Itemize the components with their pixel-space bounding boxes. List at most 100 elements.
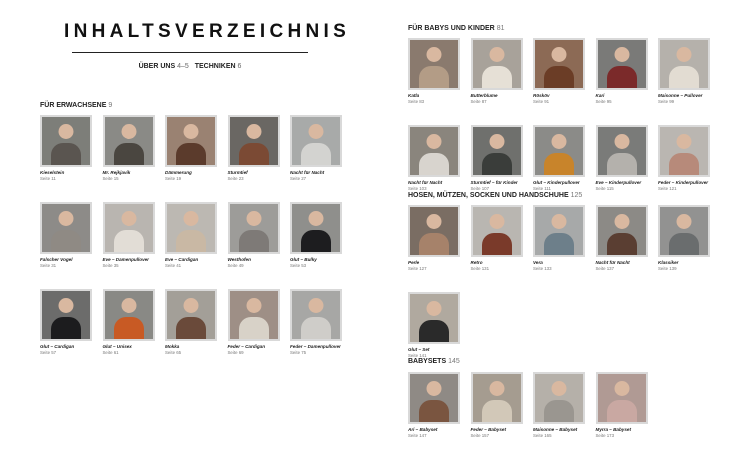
- pattern-photo: [408, 372, 460, 424]
- pattern-page: Seite 107: [470, 186, 490, 191]
- model-head-shape: [121, 123, 136, 139]
- pattern-page: Seite 23: [227, 176, 244, 181]
- toc-entry[interactable]: Butterblume Seite 87: [470, 38, 523, 104]
- pattern-name: Mokka: [165, 344, 180, 349]
- toc-entry[interactable]: Feder – Cardigan Seite 69: [227, 289, 280, 355]
- pattern-photo: [290, 202, 342, 254]
- pattern-name: Sturmtief: [227, 170, 248, 175]
- toc-entry[interactable]: Glut – Set Seite 141: [408, 292, 460, 358]
- pattern-name: Vera: [533, 260, 543, 265]
- pattern-photo: [533, 372, 585, 424]
- toc-entry[interactable]: Glut – Kinderpullover Seite 111: [533, 125, 585, 191]
- garment-shape: [419, 66, 449, 88]
- toc-entry[interactable]: Nacht für Nacht Seite 27: [290, 115, 342, 181]
- toc-entry[interactable]: Glut – Cardigan Seite 57: [40, 289, 92, 355]
- toc-entry[interactable]: Eve – Cardigan Seite 41: [165, 202, 217, 268]
- pattern-page: Seite 49: [227, 263, 244, 268]
- link-about-us[interactable]: ÜBER UNS 4–5: [139, 63, 189, 70]
- toc-entry[interactable]: Eve – Kinderpullover Seite 115: [595, 125, 648, 191]
- toc-entry[interactable]: Perle Seite 127: [408, 205, 460, 271]
- toc-entry[interactable]: Glut – Unisex Seite 61: [102, 289, 155, 355]
- model-head-shape: [308, 297, 324, 313]
- toc-entry[interactable]: Nacht für Nacht Seite 103: [408, 125, 460, 191]
- model-head-shape: [426, 213, 442, 229]
- toc-entry[interactable]: Kieselstein Seite 11: [40, 115, 92, 181]
- toc-entry[interactable]: Sturmtief – für Kinder Seite 107: [470, 125, 523, 191]
- toc-entry[interactable]: Mr. Rejkjavik Seite 15: [102, 115, 155, 181]
- toc-entry[interactable]: Rösköv Seite 91: [533, 38, 585, 104]
- pattern-name: Nacht für Nacht: [290, 170, 325, 175]
- section-heading-accessories: HOSEN, MÜTZEN, SOCKEN UND HANDSCHUHE 125: [408, 192, 583, 199]
- pattern-page: Seite 53: [290, 263, 307, 268]
- garment-shape: [419, 320, 449, 342]
- pattern-photo: [102, 115, 155, 167]
- toc-entry[interactable]: Dämmerung Seite 19: [165, 115, 217, 181]
- pattern-page: Seite 95: [595, 99, 612, 104]
- link-techniques[interactable]: TECHNIKEN 6: [195, 63, 242, 70]
- model-head-shape: [676, 46, 692, 62]
- pattern-photo: [658, 125, 710, 177]
- toc-entry[interactable]: Vera Seite 133: [533, 205, 585, 271]
- toc-entry[interactable]: Kari Seite 95: [595, 38, 648, 104]
- pattern-page: Seite 31: [40, 263, 57, 268]
- toc-entry[interactable]: Feder – Babyset Seite 157: [470, 372, 523, 438]
- toc-entry[interactable]: Glut – Bulky Seite 53: [290, 202, 342, 268]
- toc-entry[interactable]: Klassiker Seite 139: [658, 205, 710, 271]
- model-head-shape: [489, 133, 504, 149]
- pattern-page: Seite 41: [165, 263, 182, 268]
- pattern-name: Maisonne – Pullover: [658, 93, 703, 98]
- pattern-photo: [408, 125, 460, 177]
- model-head-shape: [246, 123, 261, 139]
- pattern-photo: [470, 38, 523, 90]
- model-head-shape: [551, 46, 567, 62]
- toc-entry[interactable]: Feder – Damenpullover Seite 75: [290, 289, 342, 355]
- pattern-photo: [40, 289, 92, 341]
- pattern-page: Seite 11: [40, 176, 56, 181]
- model-head-shape: [58, 297, 74, 313]
- garment-shape: [238, 230, 269, 252]
- section-heading-babysets: BABYSETS 145: [408, 358, 460, 365]
- garment-shape: [419, 233, 449, 255]
- garment-shape: [301, 230, 331, 252]
- garment-shape: [606, 400, 637, 422]
- pattern-name: Feder – Damenpullover: [290, 344, 341, 349]
- model-head-shape: [58, 123, 74, 139]
- pattern-name: Mr. Rejkjavik: [102, 170, 131, 175]
- title-divider: [72, 52, 308, 53]
- toc-entry[interactable]: Falscher Vogel Seite 31: [40, 202, 92, 268]
- toc-entry[interactable]: Mokka Seite 65: [165, 289, 217, 355]
- model-head-shape: [614, 213, 629, 229]
- pattern-page: Seite 139: [658, 266, 677, 271]
- toc-entry[interactable]: Maisonne – Babyset Seite 165: [533, 372, 585, 438]
- page-title: INHALTSVERZEICHNIS: [64, 21, 351, 42]
- pattern-name: Falscher Vogel: [40, 257, 73, 262]
- garment-shape: [481, 66, 512, 88]
- pattern-page: Seite 87: [470, 99, 487, 104]
- toc-entry[interactable]: Eve – Damenpullover Seite 35: [102, 202, 155, 268]
- toc-entry[interactable]: Nacht für Nacht Seite 137: [595, 205, 648, 271]
- garment-shape: [669, 153, 699, 175]
- pattern-name: Westhofen: [227, 257, 251, 262]
- toc-entry[interactable]: Retro Seite 131: [470, 205, 523, 271]
- garment-shape: [51, 143, 81, 165]
- toc-entry[interactable]: Feder – Kinderpullover Seite 121: [658, 125, 710, 191]
- pattern-name: Sturmtief – für Kinder: [470, 180, 518, 185]
- pattern-name: Eve – Damenpullover: [102, 257, 149, 262]
- pattern-page: Seite 103: [408, 186, 427, 191]
- toc-entry[interactable]: Myrra – Babyset Seite 173: [595, 372, 648, 438]
- pattern-page: Seite 91: [533, 99, 550, 104]
- garment-shape: [51, 230, 81, 252]
- toc-entry[interactable]: Katla Seite 83: [408, 38, 460, 104]
- model-head-shape: [183, 297, 199, 313]
- pattern-photo: [470, 125, 523, 177]
- pattern-name: Maisonne – Babyset: [533, 427, 578, 432]
- pattern-photo: [165, 202, 217, 254]
- pattern-photo: [40, 115, 92, 167]
- toc-entry[interactable]: Westhofen Seite 49: [227, 202, 280, 268]
- pattern-name: Butterblume: [470, 93, 498, 98]
- garment-shape: [176, 230, 206, 252]
- model-head-shape: [614, 46, 629, 62]
- toc-entry[interactable]: Ari – Babyset Seite 147: [408, 372, 460, 438]
- toc-entry[interactable]: Maisonne – Pullover Seite 99: [658, 38, 710, 104]
- toc-entry[interactable]: Sturmtief Seite 23: [227, 115, 280, 181]
